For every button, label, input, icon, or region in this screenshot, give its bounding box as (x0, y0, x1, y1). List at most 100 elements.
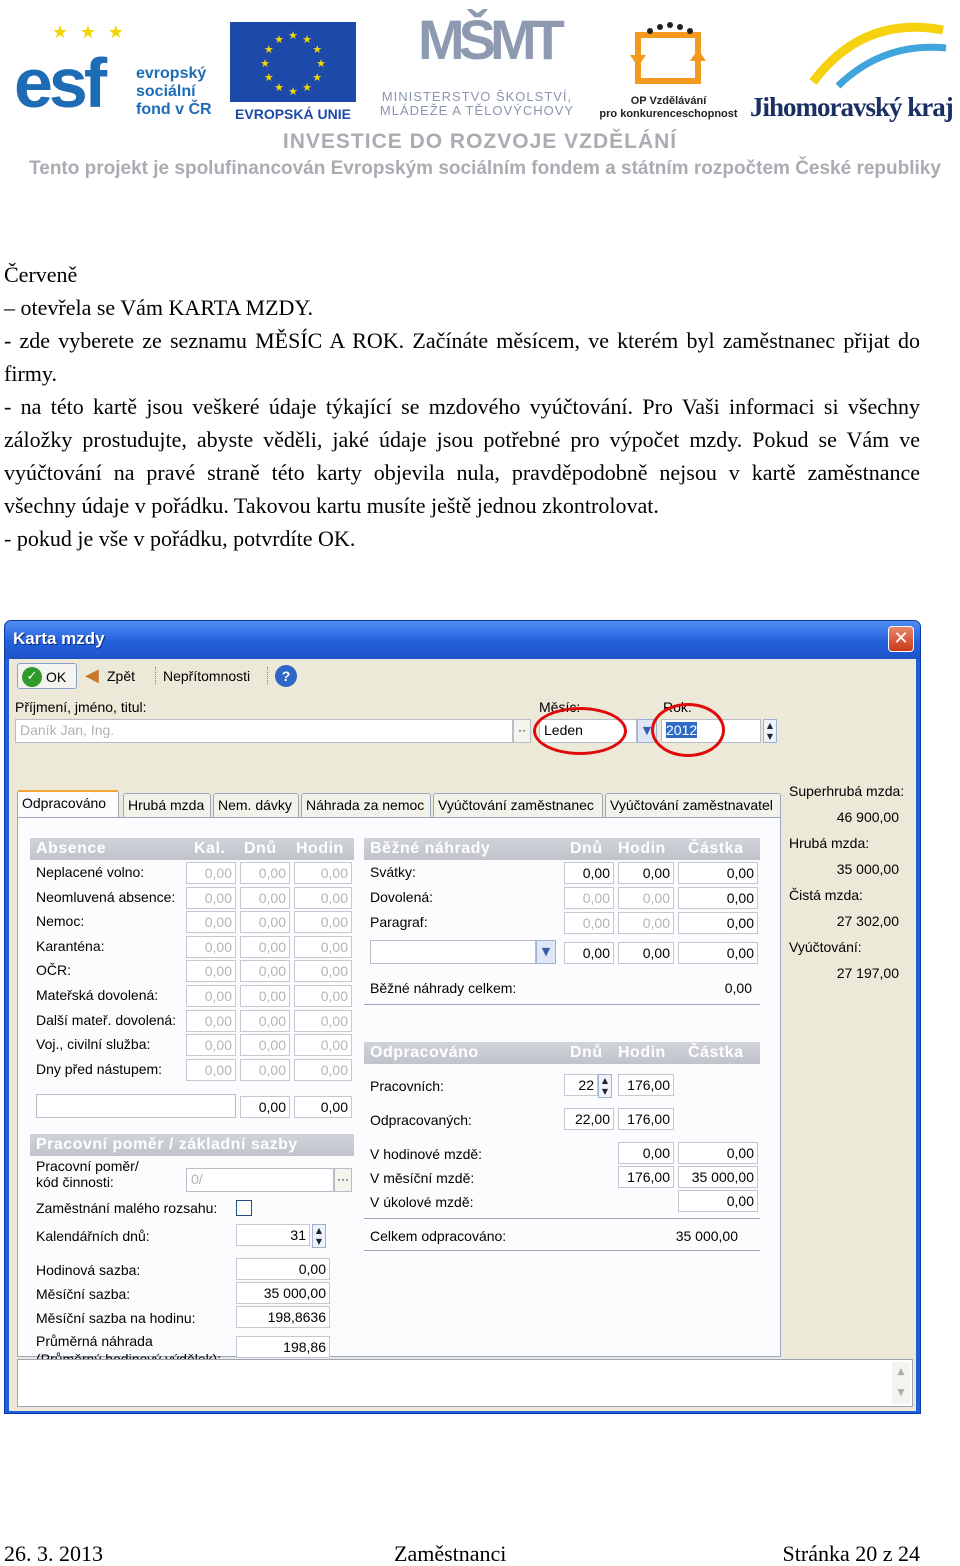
absence-row-dnu[interactable]: 0,00 (240, 862, 290, 884)
year-stepper[interactable]: ▲ ▼ (763, 719, 777, 743)
nahrady-row-dnu[interactable]: 0,00 (564, 887, 614, 909)
paragraf-castka[interactable]: 0,00 (678, 942, 758, 964)
paragraph: - zde vyberete ze seznamu MĚSÍC A ROK. Z… (4, 328, 920, 386)
absence-row-dnu[interactable]: 0,00 (240, 935, 290, 958)
absence-row-kal[interactable]: 0,00 (186, 862, 236, 884)
absence-extra-field[interactable] (36, 1094, 236, 1118)
mes-sazba-field[interactable]: 35 000,00 (236, 1282, 330, 1304)
invest-heading: INVESTICE DO ROZVOJE VZDĚLÁNÍ (282, 130, 678, 153)
absence-row-hodin[interactable]: 0,00 (294, 1058, 352, 1081)
kal-dnu-stepper[interactable]: ▲ ▼ (312, 1224, 326, 1248)
tab-hruba-mzda[interactable]: Hrubá mzda (123, 793, 211, 817)
absence-button[interactable]: Nepřítomnosti (163, 663, 250, 689)
title-bar[interactable]: Karta mzdy ✕ (5, 621, 920, 659)
tab-nahrada-za-nemoc[interactable]: Náhrada za nemoc (301, 793, 431, 817)
absence-row-hodin[interactable]: 0,00 (294, 935, 352, 958)
absence-row-dnu[interactable]: 0,00 (240, 1058, 290, 1081)
absence-row-hodin[interactable]: 0,00 (294, 911, 352, 934)
vyuctovani-value: 27 197,00 (836, 965, 899, 981)
celkem-odpr-value: 35 000,00 (675, 1228, 738, 1244)
absence-row-hodin[interactable]: 0,00 (294, 1034, 352, 1057)
absence-row-kal[interactable]: 0,00 (186, 1009, 236, 1032)
hod-sazba-field[interactable]: 0,00 (236, 1258, 330, 1280)
absence-row-dnu[interactable]: 0,00 (240, 960, 290, 983)
scroll-down-icon[interactable]: ▼ (892, 1383, 910, 1404)
absence-row-kal[interactable]: 0,00 (186, 985, 236, 1007)
absence-row-dnu[interactable]: 0,00 (240, 911, 290, 934)
absence-row-hodin[interactable]: 0,00 (294, 960, 352, 983)
paragraf-select[interactable] (370, 940, 536, 964)
mes-sazba-hod-field[interactable]: 198,8636 (236, 1306, 330, 1328)
odpracovano-title: Odpracováno (370, 1044, 479, 1061)
absence-extra-hodin[interactable]: 0,00 (294, 1096, 352, 1118)
eu-star-icon: ★ (260, 58, 270, 70)
odpr-col-hodin: Hodin (618, 1044, 666, 1061)
absence-row-dnu[interactable]: 0,00 (240, 1034, 290, 1057)
name-field[interactable]: Daník Jan, Ing. (15, 719, 513, 743)
ok-button[interactable]: ✓ OK (17, 663, 77, 689)
mes-sazba-hod-label: Měsíční sazba na hodinu: (36, 1310, 196, 1326)
odpracovanych-label: Odpracovaných: (370, 1112, 472, 1128)
scrollbar[interactable]: ▲ ▼ (892, 1362, 910, 1404)
mesicni-mzda-castka[interactable]: 35 000,00 (678, 1166, 758, 1188)
absence-row-hodin[interactable]: 0,00 (294, 862, 352, 884)
maly-rozsah-checkbox[interactable] (236, 1200, 252, 1216)
paragraf-dnu[interactable]: 0,00 (564, 942, 614, 964)
absence-row-kal[interactable]: 0,00 (186, 1058, 236, 1081)
absence-extra-dnu[interactable]: 0,00 (240, 1096, 290, 1118)
nahrady-col-dnu: Dnů (570, 840, 603, 857)
pomer-lookup-button[interactable]: ··· (334, 1168, 352, 1192)
pomer-field[interactable]: 0/ (186, 1168, 334, 1192)
paragraph: - na této kartě jsou veškeré údaje týkaj… (4, 394, 920, 518)
maly-rozsah-label: Zaměstnání malého rozsahu: (36, 1200, 218, 1216)
absence-row-hodin[interactable]: 0,00 (294, 985, 352, 1007)
paragraf-hodin[interactable]: 0,00 (618, 942, 674, 964)
absence-row-kal[interactable]: 0,00 (186, 960, 236, 983)
tab-vyuctovani-zamestnanec[interactable]: Vyúčtování zaměstnanec (433, 793, 603, 817)
pracovnich-stepper[interactable]: ▲ ▼ (598, 1074, 612, 1098)
logo-header: ★ ★ ★ esf evropský sociální fond v ČR ★ ★… (0, 0, 960, 195)
odpracovanych-hodin[interactable]: 176,00 (618, 1108, 674, 1130)
hodinova-mzda-hodin[interactable]: 0,00 (618, 1142, 674, 1164)
pracovnich-dnu[interactable]: 22 (564, 1074, 598, 1096)
absence-row-kal[interactable]: 0,00 (186, 935, 236, 958)
name-lookup-button[interactable]: ·· (513, 719, 531, 743)
cofund-text: Tento projekt je spolufinancován Evropsk… (29, 158, 941, 179)
absence-row-hodin[interactable]: 0,00 (294, 1009, 352, 1032)
divider (364, 1004, 760, 1005)
absence-row-hodin[interactable]: 0,00 (294, 886, 352, 909)
tab-odpracovano[interactable]: Odpracováno (17, 790, 119, 818)
nahrady-row-castka[interactable]: 0,00 (678, 862, 758, 884)
absence-row-kal[interactable]: 0,00 (186, 886, 236, 909)
scroll-up-icon[interactable]: ▲ (892, 1362, 910, 1383)
note-area[interactable]: ▲ ▼ (17, 1359, 913, 1407)
back-button[interactable]: ◀ Zpět (85, 663, 135, 689)
absence-row-kal[interactable]: 0,00 (186, 1034, 236, 1057)
pracovnich-hodin[interactable]: 176,00 (618, 1074, 674, 1096)
odpracovanych-dnu[interactable]: 22,00 (564, 1108, 614, 1130)
absence-row-kal[interactable]: 0,00 (186, 911, 236, 934)
tab-nem-davky[interactable]: Nem. dávky (213, 793, 299, 817)
help-icon[interactable]: ? (275, 665, 297, 687)
nahrady-row-castka[interactable]: 0,00 (678, 887, 758, 909)
mesicni-mzda-hodin[interactable]: 176,00 (618, 1166, 674, 1188)
esf-stars-icon: ★ ★ ★ (52, 22, 127, 43)
nahrady-row-hodin[interactable]: 0,00 (618, 887, 674, 909)
hodinova-mzda-castka[interactable]: 0,00 (678, 1142, 758, 1164)
nahrady-row-dnu[interactable]: 0,00 (564, 912, 614, 934)
absence-row-dnu[interactable]: 0,00 (240, 985, 290, 1007)
absence-row-dnu[interactable]: 0,00 (240, 1009, 290, 1032)
tab-vyuctovani-zamestnavatel[interactable]: Vyúčtování zaměstnavatel (605, 793, 781, 817)
back-arrow-icon: ◀ (85, 665, 99, 686)
absence-row-dnu[interactable]: 0,00 (240, 886, 290, 909)
nahrady-row-hodin[interactable]: 0,00 (618, 912, 674, 934)
prum-nahrada-field[interactable]: 198,86 (236, 1336, 330, 1358)
kal-dnu-field[interactable]: 31 (236, 1224, 310, 1246)
nahrady-row-dnu[interactable]: 0,00 (564, 862, 614, 884)
salary-card-window: Karta mzdy ✕ ✓ OK ◀ Zpět Nepřítomnosti ?… (4, 620, 921, 1414)
nahrady-row-castka[interactable]: 0,00 (678, 912, 758, 934)
close-button[interactable]: ✕ (888, 626, 914, 652)
nahrady-row-hodin[interactable]: 0,00 (618, 862, 674, 884)
chevron-down-icon[interactable]: ▼ (536, 940, 556, 964)
ukolova-mzda-castka[interactable]: 0,00 (678, 1190, 758, 1212)
